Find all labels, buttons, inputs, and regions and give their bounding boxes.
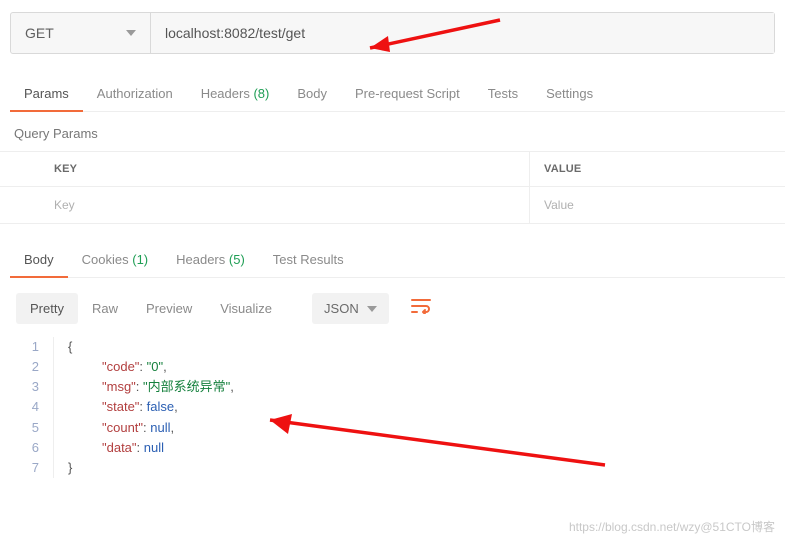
value-input[interactable]: Value xyxy=(530,187,785,223)
wrap-lines-icon[interactable] xyxy=(401,292,441,325)
chevron-down-icon xyxy=(126,30,136,36)
line-number: 5 xyxy=(16,418,43,438)
cookies-label: Cookies xyxy=(82,252,129,267)
json-key: "code" xyxy=(102,359,139,374)
response-tab-headers[interactable]: Headers (5) xyxy=(162,246,259,277)
json-value: "0" xyxy=(147,359,163,374)
line-number: 6 xyxy=(16,438,43,458)
line-number: 2 xyxy=(16,357,43,377)
url-text: localhost:8082/test/get xyxy=(165,25,305,41)
chevron-down-icon xyxy=(367,306,377,312)
json-key: "state" xyxy=(102,399,139,414)
view-raw[interactable]: Raw xyxy=(78,293,132,324)
column-key: KEY xyxy=(0,152,530,186)
response-tab-test-results[interactable]: Test Results xyxy=(259,246,358,277)
column-value: VALUE xyxy=(530,152,785,186)
tab-headers-count: (8) xyxy=(253,86,269,101)
annotation-arrow-icon xyxy=(250,410,620,480)
brace-open: { xyxy=(68,339,72,354)
json-key: "count" xyxy=(102,420,143,435)
tab-params[interactable]: Params xyxy=(10,80,83,111)
query-table-header: KEY VALUE xyxy=(0,151,785,187)
http-method-select[interactable]: GET xyxy=(11,13,151,53)
query-params-title: Query Params xyxy=(14,126,785,141)
view-preview[interactable]: Preview xyxy=(132,293,206,324)
json-value: false xyxy=(147,399,174,414)
tab-settings[interactable]: Settings xyxy=(532,80,607,111)
key-input[interactable]: Key xyxy=(0,187,530,223)
res-headers-count: (5) xyxy=(229,252,245,267)
line-number: 4 xyxy=(16,397,43,417)
http-method-label: GET xyxy=(25,25,54,41)
request-tabs: Params Authorization Headers (8) Body Pr… xyxy=(10,80,785,112)
response-tab-body[interactable]: Body xyxy=(10,246,68,277)
response-tab-cookies[interactable]: Cookies (1) xyxy=(68,246,162,277)
line-gutter: 1 2 3 4 5 6 7 xyxy=(16,337,54,478)
brace-close: } xyxy=(68,460,72,475)
tab-authorization[interactable]: Authorization xyxy=(83,80,187,111)
tab-headers-label: Headers xyxy=(201,86,250,101)
view-visualize[interactable]: Visualize xyxy=(206,293,286,324)
tab-tests[interactable]: Tests xyxy=(474,80,532,111)
res-headers-label: Headers xyxy=(176,252,225,267)
json-key: "msg" xyxy=(102,379,136,394)
response-tabs: Body Cookies (1) Headers (5) Test Result… xyxy=(10,246,785,278)
line-number: 1 xyxy=(16,337,43,357)
tab-body[interactable]: Body xyxy=(283,80,341,111)
json-value: null xyxy=(144,440,164,455)
response-toolbar: Pretty Raw Preview Visualize JSON xyxy=(16,292,785,325)
tab-headers[interactable]: Headers (8) xyxy=(187,80,284,111)
cookies-count: (1) xyxy=(132,252,148,267)
format-label: JSON xyxy=(324,301,359,316)
tab-pre-request-script[interactable]: Pre-request Script xyxy=(341,80,474,111)
line-number: 7 xyxy=(16,458,43,478)
json-key: "data" xyxy=(102,440,137,455)
format-select[interactable]: JSON xyxy=(312,293,389,324)
line-number: 3 xyxy=(16,377,43,397)
watermark-text: https://blog.csdn.net/wzy@51CTO博客 xyxy=(569,518,775,535)
json-value: "内部系统异常" xyxy=(143,379,230,394)
view-pretty[interactable]: Pretty xyxy=(16,293,78,324)
annotation-arrow-icon xyxy=(340,12,520,64)
code-content[interactable]: { "code": "0", "msg": "内部系统异常", "state":… xyxy=(54,337,234,478)
json-value: null xyxy=(150,420,170,435)
query-table-row[interactable]: Key Value xyxy=(0,187,785,224)
